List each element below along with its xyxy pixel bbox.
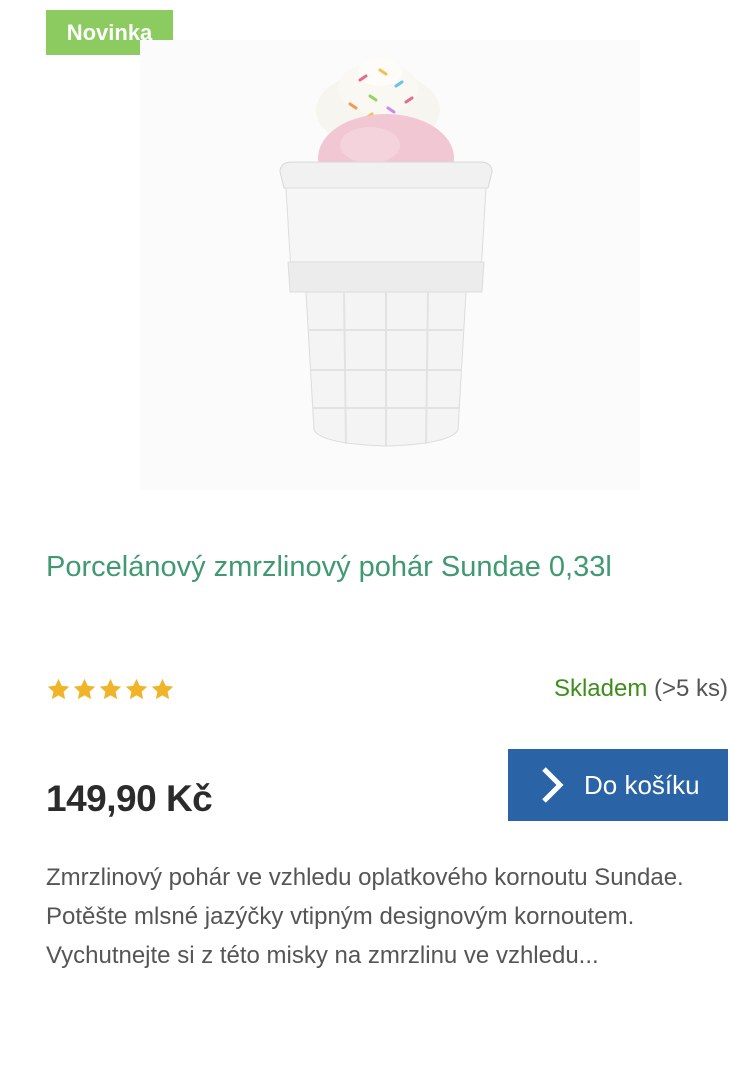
product-price: 149,90 Kč (46, 778, 213, 819)
star-icon (47, 678, 70, 700)
stock-status: Skladem (553, 675, 648, 702)
add-to-cart-button[interactable]: Do košíku (508, 749, 728, 821)
ice-cream-cone-cup-image (140, 40, 640, 490)
star-icon (125, 678, 148, 700)
product-description: Zmrzlinový pohár ve vzhledu oplatkového … (46, 864, 684, 969)
product-title-link[interactable]: Porcelánový zmrzlinový pohár Sundae 0,33… (46, 548, 736, 586)
stock-info: Skladem (>5 ks) (554, 675, 728, 703)
star-icon (99, 678, 122, 700)
chevron-right-icon (542, 767, 564, 803)
stock-quantity: (>5 ks) (653, 675, 728, 702)
rating-stars (46, 676, 175, 703)
star-icon (151, 678, 174, 700)
product-image[interactable] (130, 30, 650, 530)
star-icon (73, 678, 96, 700)
add-to-cart-label: Do košíku (584, 769, 700, 800)
